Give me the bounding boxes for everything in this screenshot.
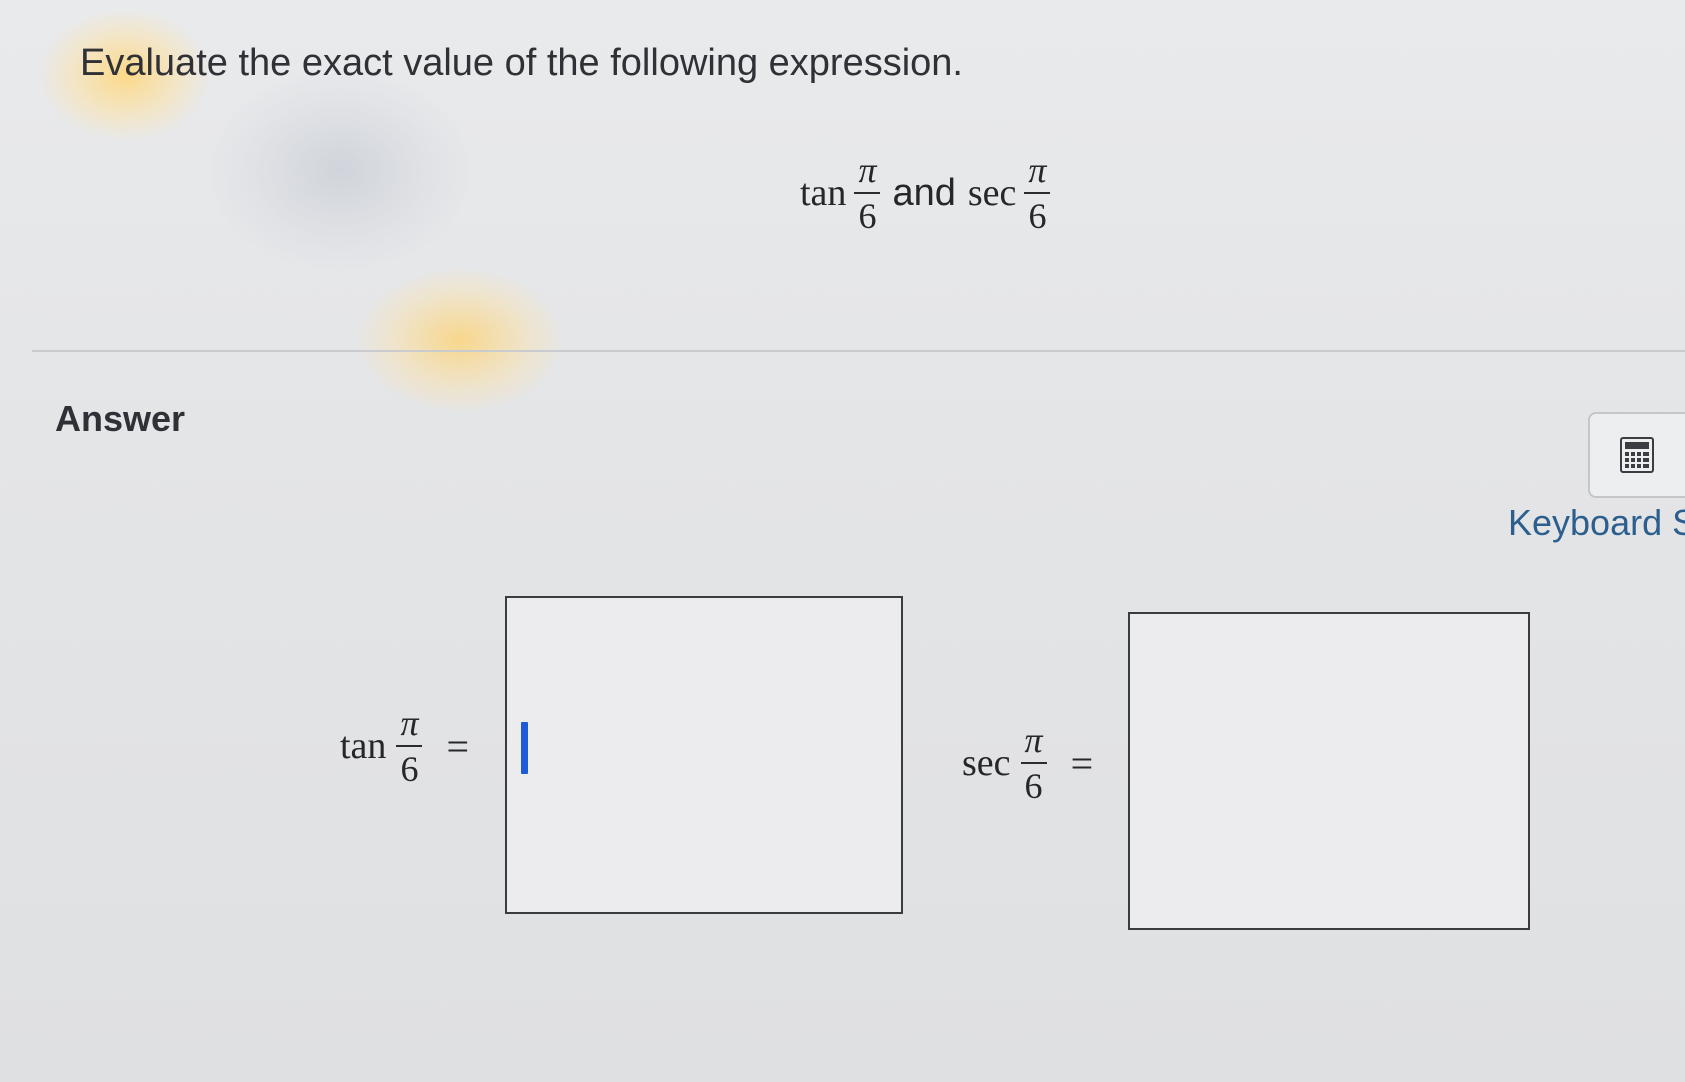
fraction-numerator: π bbox=[1028, 150, 1047, 190]
equals-sign: = bbox=[446, 723, 470, 769]
fraction-denominator: 6 bbox=[1020, 762, 1047, 804]
keyboard-shortcuts-link[interactable]: Keyboard S bbox=[1508, 502, 1685, 544]
expr-connector: and bbox=[892, 171, 956, 214]
tan-answer-row: tan π 6 = bbox=[340, 705, 469, 787]
answer-func-tan: tan bbox=[340, 725, 387, 767]
light-glare bbox=[360, 270, 560, 410]
expr-fraction-1: π 6 bbox=[854, 150, 881, 234]
fraction-denominator: 6 bbox=[1024, 192, 1051, 234]
fraction-numerator: π bbox=[858, 150, 877, 190]
question-expression: tan π 6 and sec π 6 bbox=[800, 150, 1051, 234]
calculator-button[interactable] bbox=[1588, 412, 1685, 498]
calculator-icon bbox=[1620, 437, 1654, 473]
shadow-blur bbox=[210, 70, 470, 270]
text-cursor bbox=[521, 722, 528, 774]
tan-answer-input[interactable] bbox=[505, 596, 903, 914]
expr-fraction-2: π 6 bbox=[1024, 150, 1051, 234]
expr-func-tan: tan bbox=[800, 172, 847, 214]
section-divider bbox=[32, 350, 1685, 352]
answer-func-sec: sec bbox=[962, 742, 1011, 784]
equals-sign: = bbox=[1070, 740, 1094, 786]
answer-heading: Answer bbox=[55, 398, 186, 439]
answer-fraction: π 6 bbox=[1020, 720, 1047, 804]
expr-func-sec: sec bbox=[967, 172, 1017, 214]
fraction-numerator: π bbox=[1024, 720, 1043, 760]
fraction-denominator: 6 bbox=[396, 745, 423, 787]
question-prompt: Evaluate the exact value of the followin… bbox=[80, 42, 963, 84]
sec-answer-input[interactable] bbox=[1128, 612, 1530, 930]
fraction-numerator: π bbox=[400, 703, 419, 743]
sec-answer-row: sec π 6 = bbox=[962, 722, 1093, 804]
fraction-denominator: 6 bbox=[854, 192, 881, 234]
answer-fraction: π 6 bbox=[396, 703, 423, 787]
